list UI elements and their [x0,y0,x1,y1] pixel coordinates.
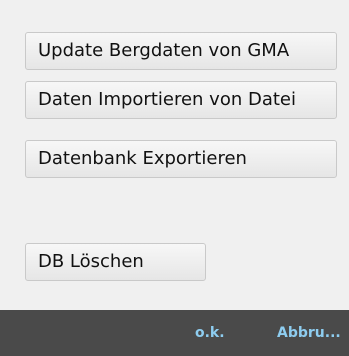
import-data-button[interactable]: Daten Importieren von Datei [25,81,337,119]
database-actions-panel: Update Bergdaten von GMA Daten Importier… [0,0,349,310]
cancel-button[interactable]: Abbru... [277,310,341,356]
export-database-button[interactable]: Datenbank Exportieren [25,140,337,178]
dialog-footer: o.k. Abbru... [0,310,349,356]
delete-database-button[interactable]: DB Löschen [25,243,206,281]
update-summit-data-button[interactable]: Update Bergdaten von GMA [25,32,337,70]
ok-button[interactable]: o.k. [195,310,225,356]
